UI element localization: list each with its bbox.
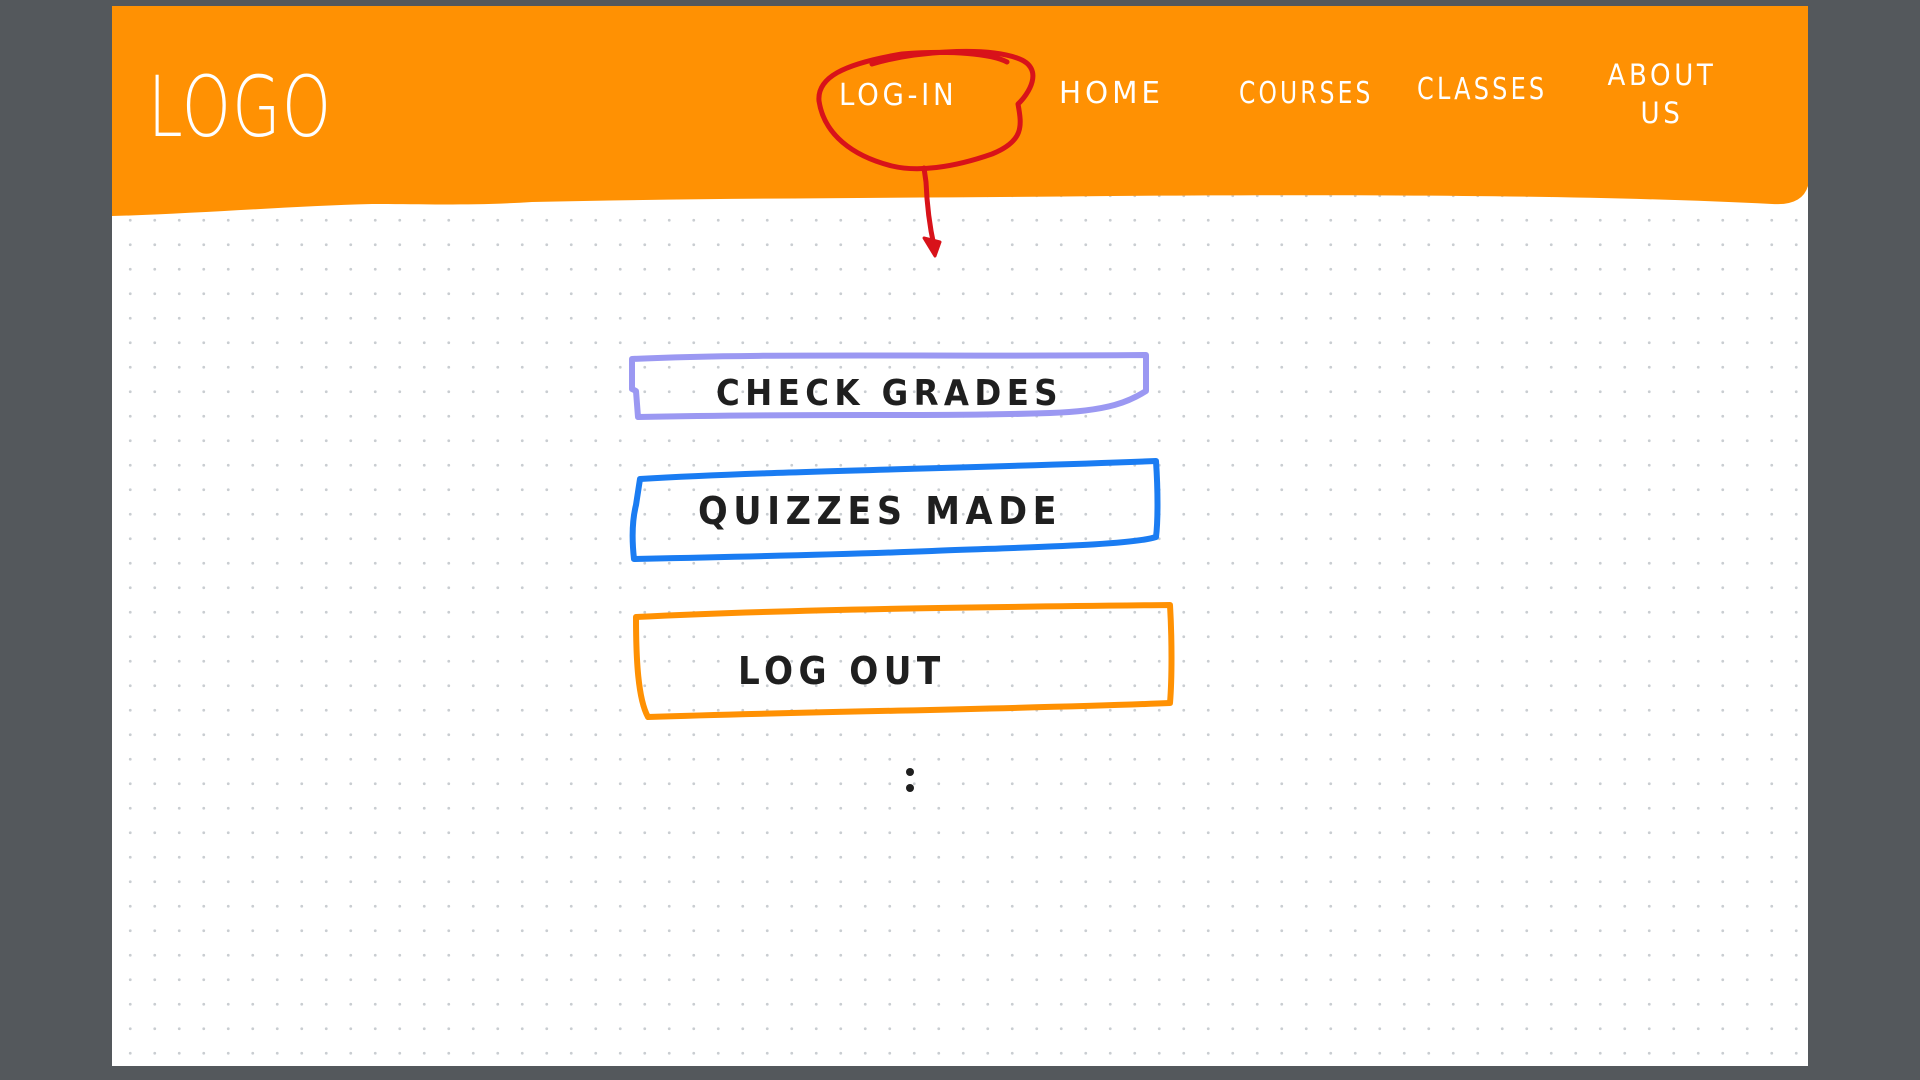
check-grades-button[interactable]: CHECK GRADES xyxy=(629,351,1150,429)
more-items-icon xyxy=(902,760,918,800)
nav-about-line1: ABOUT xyxy=(1607,58,1717,92)
nav-home[interactable]: HOME xyxy=(1059,76,1164,111)
header-background xyxy=(112,6,1808,216)
dot xyxy=(906,784,914,792)
dot xyxy=(906,768,914,776)
nav-courses[interactable]: COURSES xyxy=(1239,76,1373,111)
logo[interactable]: LOGO xyxy=(148,58,332,156)
nav-about-us[interactable]: ABOUT US xyxy=(1590,56,1734,132)
quizzes-made-button[interactable]: QUIZZES MADE xyxy=(629,451,1162,563)
log-out-label: LOG OUT xyxy=(738,649,946,693)
check-grades-label: CHECK GRADES xyxy=(716,373,1063,414)
nav-classes[interactable]: CLASSES xyxy=(1417,72,1547,107)
nav-about-line2: US xyxy=(1640,96,1684,130)
log-out-button[interactable]: LOG OUT xyxy=(632,599,1175,725)
wireframe-canvas: LOGO LOG-IN HOME COURSES CLASSES ABOUT U… xyxy=(112,6,1808,1066)
header-bar xyxy=(112,6,1808,226)
quizzes-made-label: QUIZZES MADE xyxy=(698,489,1063,533)
nav-login[interactable]: LOG-IN xyxy=(839,78,957,113)
